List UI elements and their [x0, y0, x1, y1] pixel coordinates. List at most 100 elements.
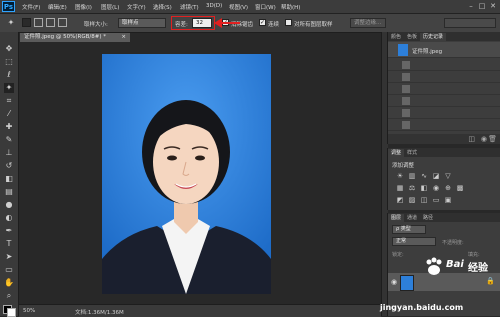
- photoshop-logo: Ps: [2, 1, 15, 12]
- pen-tool-icon[interactable]: ✒: [4, 226, 14, 236]
- history-brush-icon[interactable]: ↺: [4, 161, 14, 171]
- photo-filter-icon[interactable]: ◉: [432, 184, 440, 192]
- move-tool-icon[interactable]: ✥: [4, 44, 14, 54]
- selective-color-icon[interactable]: ▣: [444, 196, 452, 204]
- id-photo-image[interactable]: [102, 54, 271, 294]
- posterize-icon[interactable]: ▨: [408, 196, 416, 204]
- history-snapshot-row[interactable]: 证件照.jpeg: [388, 42, 500, 58]
- menu-edit[interactable]: 编辑(E): [48, 3, 67, 11]
- adjustments-panel: 调整 样式 添加调整 ☀ ▥ ∿ ◪ ▽ ▦ ⚖ ◧ ◉ ⊕ ▩ ◩ ▨ ◫ ▭…: [387, 148, 500, 210]
- contiguous-checkbox[interactable]: ✓: [259, 19, 266, 26]
- menu-file[interactable]: 文件(F): [22, 3, 40, 11]
- menu-image[interactable]: 图像(I): [75, 3, 92, 11]
- maximize-button[interactable]: □: [477, 2, 487, 10]
- new-selection-icon[interactable]: [22, 18, 31, 27]
- new-snapshot-icon[interactable]: ◫: [468, 135, 475, 143]
- color-balance-icon[interactable]: ⚖: [408, 184, 416, 192]
- history-state-row[interactable]: [388, 59, 500, 71]
- lock-label: 锁定:: [392, 252, 404, 258]
- camera-icon[interactable]: ◉: [481, 135, 487, 143]
- sample-size-select[interactable]: 取样点: [118, 18, 166, 28]
- blend-mode-select[interactable]: 正常: [392, 237, 436, 246]
- layer-kind-filter[interactable]: ρ 类型: [392, 225, 426, 234]
- document-close-icon[interactable]: ×: [121, 33, 126, 42]
- invert-icon[interactable]: ◩: [396, 196, 404, 204]
- gradient-map-icon[interactable]: ▭: [432, 196, 440, 204]
- brush-tool-icon[interactable]: ✎: [4, 135, 14, 145]
- document-tab-label: 证件照.jpeg @ 50%(RGB/8#) *: [24, 34, 106, 40]
- hue-saturation-icon[interactable]: ▦: [396, 184, 404, 192]
- crop-tool-icon[interactable]: ⌗: [4, 96, 14, 106]
- marquee-tool-icon[interactable]: ⬚: [4, 57, 14, 67]
- vibrance-icon[interactable]: ▽: [444, 172, 452, 180]
- shape-tool-icon[interactable]: ▭: [4, 265, 14, 275]
- menu-view[interactable]: 视图(V): [229, 3, 248, 11]
- zoom-level[interactable]: 50%: [23, 308, 35, 314]
- intersect-selection-icon[interactable]: [58, 18, 67, 27]
- exposure-icon[interactable]: ◪: [432, 172, 440, 180]
- menu-window[interactable]: 窗口(W): [255, 3, 276, 11]
- magic-wand-icon[interactable]: ✦: [4, 83, 14, 93]
- history-state-icon: [402, 121, 410, 129]
- black-white-icon[interactable]: ◧: [420, 184, 428, 192]
- document-tab[interactable]: 证件照.jpeg @ 50%(RGB/8#) * ×: [20, 33, 130, 42]
- tab-history[interactable]: 历史记录: [420, 33, 447, 41]
- eye-icon[interactable]: ◉: [391, 278, 397, 286]
- blur-tool-icon[interactable]: ●: [4, 200, 14, 210]
- tab-color[interactable]: 颜色: [388, 33, 404, 41]
- menu-3d[interactable]: 3D(D): [206, 3, 222, 9]
- history-panel-tabs: 颜色 色板 历史记录: [388, 32, 500, 41]
- tab-swatches[interactable]: 色板: [404, 33, 420, 41]
- history-state-row[interactable]: [388, 83, 500, 95]
- refine-edge-button[interactable]: 调整边缘...: [350, 18, 386, 28]
- history-state-row[interactable]: [388, 95, 500, 107]
- lasso-tool-icon[interactable]: ℓ: [4, 70, 14, 80]
- curves-icon[interactable]: ∿: [420, 172, 428, 180]
- path-select-icon[interactable]: ➤: [4, 252, 14, 262]
- threshold-icon[interactable]: ◫: [420, 196, 428, 204]
- menu-filter[interactable]: 滤镜(T): [180, 3, 199, 11]
- history-state-row[interactable]: [388, 71, 500, 83]
- brightness-icon[interactable]: ☀: [396, 172, 404, 180]
- menu-select[interactable]: 选择(S): [153, 3, 172, 11]
- sample-size-label: 取样大小:: [84, 22, 108, 28]
- history-state-row[interactable]: [388, 107, 500, 119]
- history-state-icon: [402, 109, 410, 117]
- workspace-select[interactable]: [444, 18, 496, 28]
- tab-paths[interactable]: 路径: [420, 214, 436, 222]
- history-state-icon: [402, 73, 410, 81]
- tolerance-highlight-box: [171, 16, 215, 30]
- clone-stamp-icon[interactable]: ⊥: [4, 148, 14, 158]
- hand-tool-icon[interactable]: ✋: [4, 278, 14, 288]
- magic-wand-tool-icon[interactable]: ✦: [6, 18, 16, 28]
- color-lookup-icon[interactable]: ▩: [456, 184, 464, 192]
- eraser-tool-icon[interactable]: ◧: [4, 174, 14, 184]
- all-layers-checkbox[interactable]: [285, 19, 292, 26]
- trash-icon[interactable]: 🗑: [488, 135, 497, 143]
- tab-adjustments[interactable]: 调整: [388, 149, 405, 157]
- eyedropper-tool-icon[interactable]: ⁄: [4, 109, 14, 119]
- menu-type[interactable]: 文字(Y): [127, 3, 146, 11]
- menu-layer[interactable]: 图层(L): [101, 3, 119, 11]
- menu-bar: Ps 文件(F) 编辑(E) 图像(I) 图层(L) 文字(Y) 选择(S) 滤…: [0, 0, 500, 14]
- tab-channels[interactable]: 通道: [404, 214, 420, 222]
- watermark-brand-cn: 经验: [468, 263, 488, 274]
- adjustments-panel-tabs: 调整 样式: [388, 148, 500, 157]
- red-arrow-icon: [214, 18, 240, 28]
- menu-help[interactable]: 帮助(H): [281, 3, 300, 11]
- tab-styles[interactable]: 样式: [404, 149, 420, 157]
- history-state-row[interactable]: [388, 119, 500, 131]
- channel-mixer-icon[interactable]: ⊕: [444, 184, 452, 192]
- subtract-selection-icon[interactable]: [46, 18, 55, 27]
- add-selection-icon[interactable]: [34, 18, 43, 27]
- type-tool-icon[interactable]: T: [4, 239, 14, 249]
- close-button[interactable]: ✕: [488, 2, 498, 10]
- history-state-icon: [402, 97, 410, 105]
- dodge-tool-icon[interactable]: ◐: [4, 213, 14, 223]
- gradient-tool-icon[interactable]: ▤: [4, 187, 14, 197]
- minimize-button[interactable]: –: [466, 2, 476, 10]
- tab-layers[interactable]: 图层: [388, 214, 405, 222]
- healing-brush-icon[interactable]: ✚: [4, 122, 14, 132]
- zoom-tool-icon[interactable]: ⌕: [4, 291, 14, 301]
- levels-icon[interactable]: ▥: [408, 172, 416, 180]
